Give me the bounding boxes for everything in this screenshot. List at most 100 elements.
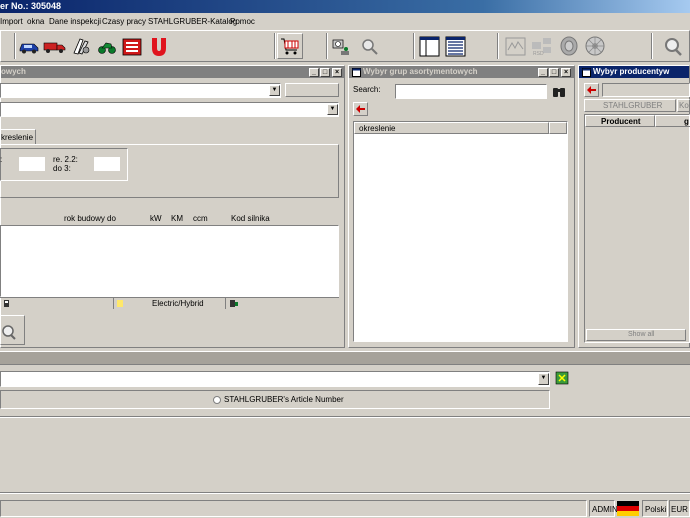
close-button[interactable]: ×	[561, 68, 571, 77]
language-label: Polski	[645, 505, 667, 514]
toolbar-separator	[651, 33, 653, 59]
binoculars-icon[interactable]	[551, 84, 567, 99]
german-flag-icon	[617, 501, 639, 516]
producers-panel-title: Wybyr producentyw	[579, 66, 689, 78]
combo-2-dropdown-button[interactable]: ▼	[327, 104, 338, 115]
article-search-combo[interactable]	[0, 371, 550, 387]
engine-parts-icon[interactable]	[70, 33, 92, 59]
maximize-button[interactable]: □	[320, 68, 330, 77]
toolbar-separator	[413, 33, 415, 59]
producent-header-label: Producent	[601, 117, 641, 126]
back-arrow-button[interactable]	[353, 102, 368, 116]
electric-segment: Electric/Hybrid	[114, 298, 226, 309]
oscilloscope-icon[interactable]	[504, 33, 528, 59]
kod-button-label: Kod	[679, 101, 690, 110]
currency-label: EUR (D	[671, 505, 689, 514]
range-to-field[interactable]	[94, 157, 120, 171]
parts-search-icon[interactable]	[331, 33, 353, 59]
menu-okna[interactable]: okna	[27, 15, 44, 29]
magnet-icon[interactable]	[148, 33, 170, 59]
show-all-label: Show all	[628, 331, 655, 338]
group-list[interactable]: okreslenie	[353, 121, 568, 342]
user-name: ADMIN	[592, 505, 618, 514]
article-combo-dropdown-button[interactable]: ▼	[538, 373, 549, 385]
menu-stahlgruber-katalog[interactable]: STAHLGRUBER-Katalog	[148, 15, 237, 29]
col-header[interactable]: kW	[150, 214, 162, 223]
tab-okreslenie[interactable]: kreslenie	[0, 129, 36, 145]
results-area-divider	[0, 492, 690, 494]
article-number-radio[interactable]	[213, 396, 221, 404]
fuel-pump-icon	[4, 300, 9, 307]
horizontal-splitter[interactable]	[0, 351, 690, 365]
vehicle-status-bar: Electric/Hybrid	[0, 297, 339, 309]
tire-icon[interactable]	[558, 33, 580, 59]
menu-dane-inspekcji[interactable]: Dane inspekcji	[49, 15, 101, 29]
window-layout-icon[interactable]	[418, 33, 442, 59]
group-search-input[interactable]	[395, 84, 547, 99]
user-field: ADMIN	[589, 500, 618, 517]
group-list-header-spacer	[549, 122, 567, 134]
gas-segment	[226, 298, 339, 309]
vehicle-list[interactable]	[0, 225, 339, 297]
kod-button[interactable]: Kod	[677, 99, 690, 112]
col-header[interactable]: do	[107, 214, 116, 223]
export-excel-icon[interactable]	[555, 371, 570, 386]
shopping-cart-icon[interactable]	[277, 33, 303, 59]
col-header[interactable]: ccm	[193, 214, 208, 223]
back-arrow-icon	[356, 105, 365, 113]
vehicle-combo-2[interactable]	[0, 102, 339, 117]
range-from-field[interactable]	[19, 157, 45, 171]
g-column-header[interactable]: g	[655, 115, 690, 127]
minimize-button[interactable]: _	[309, 68, 319, 77]
tab-label: kreslenie	[1, 133, 34, 142]
car-search-icon	[2, 325, 16, 340]
motorcycle-icon[interactable]	[96, 33, 118, 59]
vehicle-list-header: rok budowy do kW KM ccm Kod silnika	[0, 212, 339, 224]
combo-1-dropdown-button[interactable]: ▼	[269, 85, 280, 96]
search-label: Search:	[353, 85, 381, 94]
producers-list[interactable]: Producent g	[584, 114, 690, 343]
vehicle-lookup-button[interactable]	[0, 315, 25, 345]
status-bar: ADMIN Polski EUR (D	[0, 499, 690, 518]
currency-field: EUR (D	[669, 500, 690, 517]
stahlgruber-button-label: STAHLGRUBER	[603, 101, 663, 110]
electric-hybrid-label: Electric/Hybrid	[152, 299, 204, 308]
car-icon[interactable]	[18, 33, 40, 59]
back-arrow-icon	[587, 86, 596, 94]
menu-czasy-pracy[interactable]: Czasy pracy	[102, 15, 146, 29]
window-icon	[582, 68, 591, 77]
magnifier-icon[interactable]	[662, 33, 684, 59]
vehicle-combo-1[interactable]	[0, 83, 281, 98]
vehicle-panel-title: owych	[1, 66, 344, 78]
toolbar-separator	[274, 33, 276, 59]
producent-column-header[interactable]: Producent	[585, 115, 655, 127]
maximize-button[interactable]: □	[549, 68, 559, 77]
minimize-button[interactable]: _	[538, 68, 548, 77]
menu-import[interactable]: Import	[0, 15, 23, 29]
range-re-label: re. 2.2:	[53, 155, 78, 164]
menu-pomoc[interactable]: Pomoc	[230, 15, 255, 29]
disc-icon[interactable]	[584, 33, 606, 59]
range-do-label: do 3:	[53, 164, 71, 173]
producers-back-button[interactable]	[584, 83, 599, 97]
truck-icon[interactable]	[43, 33, 66, 59]
results-area-divider	[0, 416, 690, 418]
stahlgruber-button[interactable]: STAHLGRUBER	[584, 99, 676, 112]
vehicle-search-button[interactable]	[285, 83, 339, 97]
col-header[interactable]: Kod silnika	[231, 214, 270, 223]
svg-text:RSD: RSD	[533, 51, 544, 57]
grid-layout-icon[interactable]	[444, 33, 468, 59]
col-header[interactable]: rok budowy	[64, 214, 105, 223]
catalog-book-icon[interactable]	[121, 33, 143, 59]
show-all-button[interactable]: Show all	[586, 329, 686, 341]
close-button[interactable]: ×	[332, 68, 342, 77]
search-tool-icon[interactable]	[358, 33, 380, 59]
producers-filter-field[interactable]	[602, 83, 690, 97]
g-header-label: g	[684, 117, 689, 126]
toolbar-separator	[497, 33, 499, 59]
group-list-header[interactable]: okreslenie	[354, 122, 549, 134]
menu-bar: Import okna Dane inspekcji Czasy pracy S…	[0, 15, 690, 29]
data-icon[interactable]: RSD	[530, 33, 556, 59]
col-header[interactable]: KM	[171, 214, 183, 223]
language-field: Polski	[642, 500, 668, 517]
